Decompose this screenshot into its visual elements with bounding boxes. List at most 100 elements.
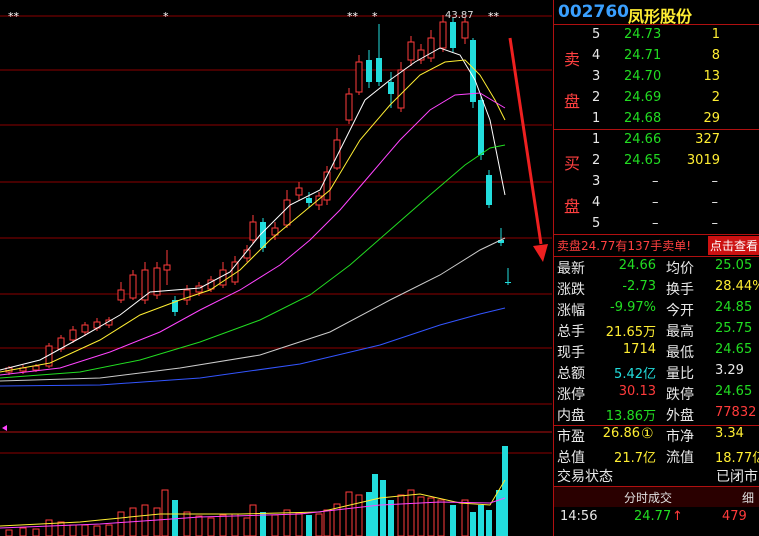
pe-info-icon[interactable]: ① [641, 426, 654, 442]
stat-value: 25.05 [715, 258, 753, 273]
tick-tabs: 分时成交 细 [554, 487, 759, 507]
volume-bar [45, 519, 53, 536]
stat-value: 77832 [715, 405, 757, 420]
volume-bar [315, 513, 323, 536]
ma120-line [0, 307, 506, 387]
candle-body [376, 58, 382, 82]
volume-bar [183, 511, 191, 536]
candle-body [306, 198, 312, 203]
buy-order-row[interactable]: 5 – – [554, 215, 759, 235]
stat-label: 现手 [557, 345, 585, 361]
stat-label: 均价 [666, 261, 694, 277]
volume-bar [19, 527, 27, 536]
tick-up-arrow-icon: ↑ [672, 509, 683, 524]
buy-order-row[interactable]: 2 24.65 3019 [554, 152, 759, 172]
event-marker-icon: * [372, 10, 378, 23]
high-price-label: 43.87 [445, 10, 474, 21]
buy-order-row[interactable]: 1 24.66 327 [554, 131, 759, 151]
order-level: 2 [592, 153, 601, 168]
volume-bar [207, 517, 215, 536]
kline-chart[interactable]: ** * ** * ** 43.87 [0, 0, 552, 536]
volume-bar [69, 524, 77, 536]
volume-bar [397, 494, 405, 536]
stock-code: 002760 [558, 2, 629, 22]
tick-time: 14:56 [560, 509, 598, 524]
candle-body [355, 61, 363, 93]
volume-bar [450, 505, 456, 536]
stock-header[interactable]: 002760 凤形股份 [554, 0, 759, 26]
candle-body [129, 274, 137, 299]
volume-bar [486, 510, 492, 536]
stat-label: 今开 [666, 303, 694, 319]
stat-value: 1714 [622, 342, 656, 357]
sell-order-row[interactable]: 1 24.68 29 [554, 110, 759, 130]
candle-body [470, 40, 476, 102]
order-level: 1 [592, 132, 601, 147]
order-price: 24.69 [624, 90, 662, 105]
order-volume: 1 [711, 27, 720, 42]
tick-price: 24.77 [634, 509, 672, 524]
stat-label: 总额 [557, 366, 585, 382]
order-level: 2 [592, 90, 601, 105]
candle-body [32, 365, 40, 371]
candle-body [450, 22, 456, 48]
trade-status-label: 交易状态 [557, 469, 613, 485]
volume-bar [231, 513, 239, 536]
cursor-marker-icon [2, 425, 7, 431]
volume-bar [478, 505, 484, 536]
volume-bar [461, 499, 469, 536]
ma30-line [0, 144, 506, 379]
stat-label: 涨幅 [557, 303, 585, 319]
candle-body [427, 37, 435, 59]
stat-label: 最低 [666, 345, 694, 361]
quote-panel: 002760 凤形股份 卖盘 5 24.73 1 4 24.71 8 3 24.70 13 2 24.… [553, 0, 759, 536]
trade-status-value: 已闭市 [716, 469, 758, 485]
stat-value: 25.75 [715, 321, 753, 336]
candle-body [486, 175, 492, 205]
stat-row: 现手 1714 最低 24.65 [554, 342, 759, 362]
candle-body [81, 324, 89, 333]
volume-bar [380, 480, 386, 536]
volume-bar [306, 515, 312, 536]
stat-row: 总额 5.42亿 量比 3.29 [554, 363, 759, 383]
order-level: 4 [592, 195, 601, 210]
stat-label: 外盘 [666, 408, 694, 424]
stat-value: 24.65 [715, 384, 753, 399]
volume-bar [249, 504, 257, 536]
candle-body [163, 264, 171, 271]
stat-row: 总手 21.65万 最高 25.75 [554, 321, 759, 341]
kline-svg[interactable]: ** * ** * ** [0, 0, 552, 536]
stat-row: 涨幅 -9.97% 今开 24.85 [554, 300, 759, 320]
big-order-notice[interactable]: 卖盘24.77有137手卖单! 点击查看 [554, 236, 759, 256]
volume-bar [161, 489, 169, 536]
order-volume: – [711, 174, 719, 189]
stat-row: 最新 24.66 均价 25.05 [554, 258, 759, 278]
notice-link[interactable]: 点击查看 [708, 236, 759, 255]
buy-order-row[interactable]: 4 – – [554, 194, 759, 214]
annotation-arrow-line [508, 37, 543, 245]
sell-order-row[interactable]: 4 24.71 8 [554, 47, 759, 67]
stat-label: 总手 [557, 324, 585, 340]
valuation-label: 市净 [666, 429, 694, 445]
stat-label: 内盘 [557, 408, 585, 424]
candle-body [407, 41, 415, 61]
volume-bar [323, 509, 331, 536]
sell-order-row[interactable]: 3 24.70 13 [554, 68, 759, 88]
buy-order-row[interactable]: 3 – – [554, 173, 759, 193]
stat-value: 28.44% [715, 279, 759, 294]
trade-status-row: 交易状态 已闭市 [554, 466, 759, 486]
tab-tick-trades[interactable]: 分时成交 [624, 489, 672, 506]
stat-value: 21.65万 [605, 325, 656, 340]
sell-order-row[interactable]: 2 24.69 2 [554, 89, 759, 109]
order-level: 1 [592, 111, 601, 126]
event-marker-icon: * [163, 10, 169, 23]
stat-label: 涨停 [557, 387, 585, 403]
volume-bar [153, 507, 161, 536]
stat-value: 24.65 [715, 342, 753, 357]
volume-bar [5, 529, 13, 536]
sell-order-row[interactable]: 5 24.73 1 [554, 26, 759, 46]
candle-body [249, 221, 257, 241]
volume-bar [470, 512, 476, 536]
tab-tick-detail[interactable]: 细 [742, 489, 754, 506]
order-volume: – [711, 216, 719, 231]
